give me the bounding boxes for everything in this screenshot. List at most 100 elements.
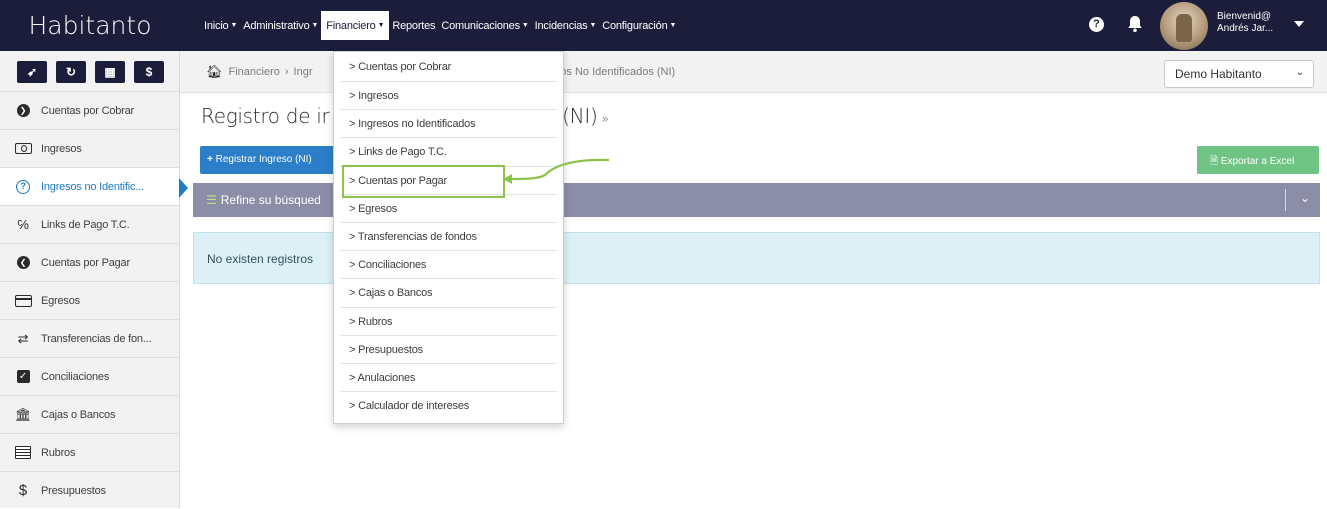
sidebar-item-label: Egresos [41,294,80,307]
sidebar-item-ingresos-no-identificados[interactable]: ? Ingresos no Identific... [0,167,188,205]
caret-down-icon: ▼ [669,22,677,29]
dollar-icon[interactable]: $ [134,61,164,83]
breadcrumb-separator: › [284,65,289,78]
bank-icon: 🏛 [14,406,32,422]
export-excel-label: Exportar a Excel [1220,156,1295,167]
menu-item-presupuestos[interactable]: > Presupuestos [340,336,557,364]
money-bill-icon [14,143,32,154]
sidebar-item-egresos[interactable]: Egresos [0,281,179,319]
filter-bar-label: Refine su búsqued [220,193,321,207]
raquo: » [601,112,609,126]
user-welcome[interactable]: Bienvenid@ Andrés Jar... [1217,11,1273,35]
divider [1285,189,1286,211]
nav-administrativo[interactable]: Administrativo ▼ [240,0,321,51]
avatar[interactable] [1160,2,1208,50]
menu-item-anulaciones[interactable]: > Anulaciones [340,364,557,393]
nav-incidencias[interactable]: Incidencias ▼ [532,0,600,51]
menu-item-rubros[interactable]: > Rubros [340,308,557,336]
caret-down-icon: ▼ [521,22,529,29]
calculator-icon[interactable]: ▦ [95,61,125,83]
menu-item-cuentas-por-cobrar[interactable]: > Cuentas por Cobrar [340,52,557,82]
menu-item-conciliaciones[interactable]: > Conciliaciones [340,251,557,280]
breadcrumb-ingresos[interactable]: Ingr [294,66,313,78]
question-circle-icon: ? [16,179,30,194]
home-icon[interactable]: 🏠︎ [206,64,223,80]
nav-financiero[interactable]: Financiero ▼ [321,11,390,40]
menu-item-calculador-de-intereses[interactable]: > Calculador de intereses [340,392,557,420]
caret-down-icon: ▼ [230,22,238,29]
refresh-icon[interactable]: ↻ [56,61,86,83]
user-name: Andrés Jar... [1217,23,1274,34]
sidebar-item-links-de-pago[interactable]: ℅ Links de Pago T.C. [0,205,179,243]
sidebar-item-label: Links de Pago T.C. [41,218,130,231]
nav-label: Administrativo [243,19,310,32]
sidebar-item-label: Cuentas por Cobrar [41,104,135,117]
nav-reportes[interactable]: Reportes [389,0,438,51]
caret-down-icon: ▼ [311,22,319,29]
top-navbar: Habitanto Inicio ▼ Administrativo ▼ Financ… [0,0,1327,51]
sidebar-item-transferencias[interactable]: ⇄ Transferencias de fon... [0,319,179,357]
list-alt-icon [15,446,31,459]
credit-card-icon [14,294,32,307]
bell-icon[interactable] [1127,15,1143,33]
sidebar-item-cajas-o-bancos[interactable]: 🏛 Cajas o Bancos [0,395,179,433]
nav-label: Comunicaciones [441,19,520,32]
arrow-circle-right-icon: ❯ [16,104,30,117]
send-icon[interactable]: ➶ [17,61,47,83]
user-menu-caret-icon[interactable] [1294,21,1304,27]
arrow-circle-left-icon: ❮ [16,256,30,269]
check-square-icon: ✓ [16,370,30,383]
empty-alert-text: No existen registros [207,252,314,266]
sidebar-item-conciliaciones[interactable]: ✓ Conciliaciones [0,357,179,395]
welcome-greeting: Bienvenid@ [1217,11,1272,22]
sidebar-item-label: Cajas o Bancos [41,408,116,421]
condominium-select-value: Demo Habitanto [1175,67,1262,81]
page-title-left: Registro de ir [201,104,330,128]
nav-label: Reportes [392,19,436,32]
highlight-box [342,165,505,198]
register-income-label: Registrar Ingreso (NI) [215,154,312,165]
register-income-button[interactable]: + Registrar Ingreso (NI) [200,146,340,174]
export-excel-button[interactable]: 🗎 Exportar a Excel [1197,146,1319,174]
sidebar-item-label: Conciliaciones [41,370,110,383]
excel-file-icon: 🗎 [1210,156,1221,167]
nav-label: Financiero [326,19,376,32]
annotation-arrow [503,158,610,184]
sidebar-item-label: Ingresos no Identific... [41,180,144,193]
menu-item-ingresos[interactable]: > Ingresos [340,82,557,111]
sidebar-item-label: Transferencias de fon... [41,332,152,345]
condominium-select[interactable]: Demo Habitanto ⌄ [1164,60,1314,88]
quick-actions: ➶ ↻ ▦ $ [0,51,179,91]
financiero-dropdown-menu: > Cuentas por Cobrar > Ingresos > Ingres… [333,51,564,424]
caret-down-icon: ▼ [377,22,385,29]
breadcrumb-current: resos No Identificados (NI) [545,66,676,78]
sidebar-item-label: Presupuestos [41,484,106,497]
chevron-down-icon[interactable]: ⌄ [1300,191,1310,205]
sidebar-item-label: Ingresos [41,142,82,155]
plus-icon: + [207,154,216,165]
menu-item-egresos[interactable]: > Egresos [340,195,557,223]
sidebar-item-ingresos[interactable]: Ingresos [0,129,179,167]
chevron-down-icon: ⌄ [1295,67,1304,78]
sidebar-item-cuentas-por-pagar[interactable]: ❮ Cuentas por Pagar [0,243,179,281]
sidebar-item-rubros[interactable]: Rubros [0,433,179,471]
sidebar-item-label: Rubros [41,446,76,459]
nav-comunicaciones[interactable]: Comunicaciones ▼ [438,0,531,51]
dollar-icon: $ [18,482,28,499]
sidebar-item-label: Cuentas por Pagar [41,256,130,269]
sidebar: ➶ ↻ ▦ $ ❯ Cuentas por Cobrar Ingresos ? In… [0,51,188,509]
menu-item-cajas-o-bancos[interactable]: > Cajas o Bancos [340,279,557,308]
nav-configuracion[interactable]: Configuración ▼ [599,0,679,51]
menu-item-ingresos-no-identificados[interactable]: > Ingresos no Identificados [340,110,557,139]
exchange-icon: ⇄ [17,330,29,346]
nav-label: Configuración [602,19,668,32]
sliders-icon: ☰ [206,193,217,207]
sidebar-item-presupuestos[interactable]: $ Presupuestos [0,471,179,509]
sidebar-item-cuentas-por-cobrar[interactable]: ❯ Cuentas por Cobrar [0,91,179,129]
brand-logo[interactable]: Habitanto [0,0,180,51]
nav-inicio[interactable]: Inicio ▼ [201,0,240,51]
nav-label: Incidencias [534,19,588,32]
breadcrumb-financiero[interactable]: Financiero [229,66,280,78]
menu-item-transferencias-de-fondos[interactable]: > Transferencias de fondos [340,223,557,252]
help-icon[interactable]: ? [1089,17,1104,32]
